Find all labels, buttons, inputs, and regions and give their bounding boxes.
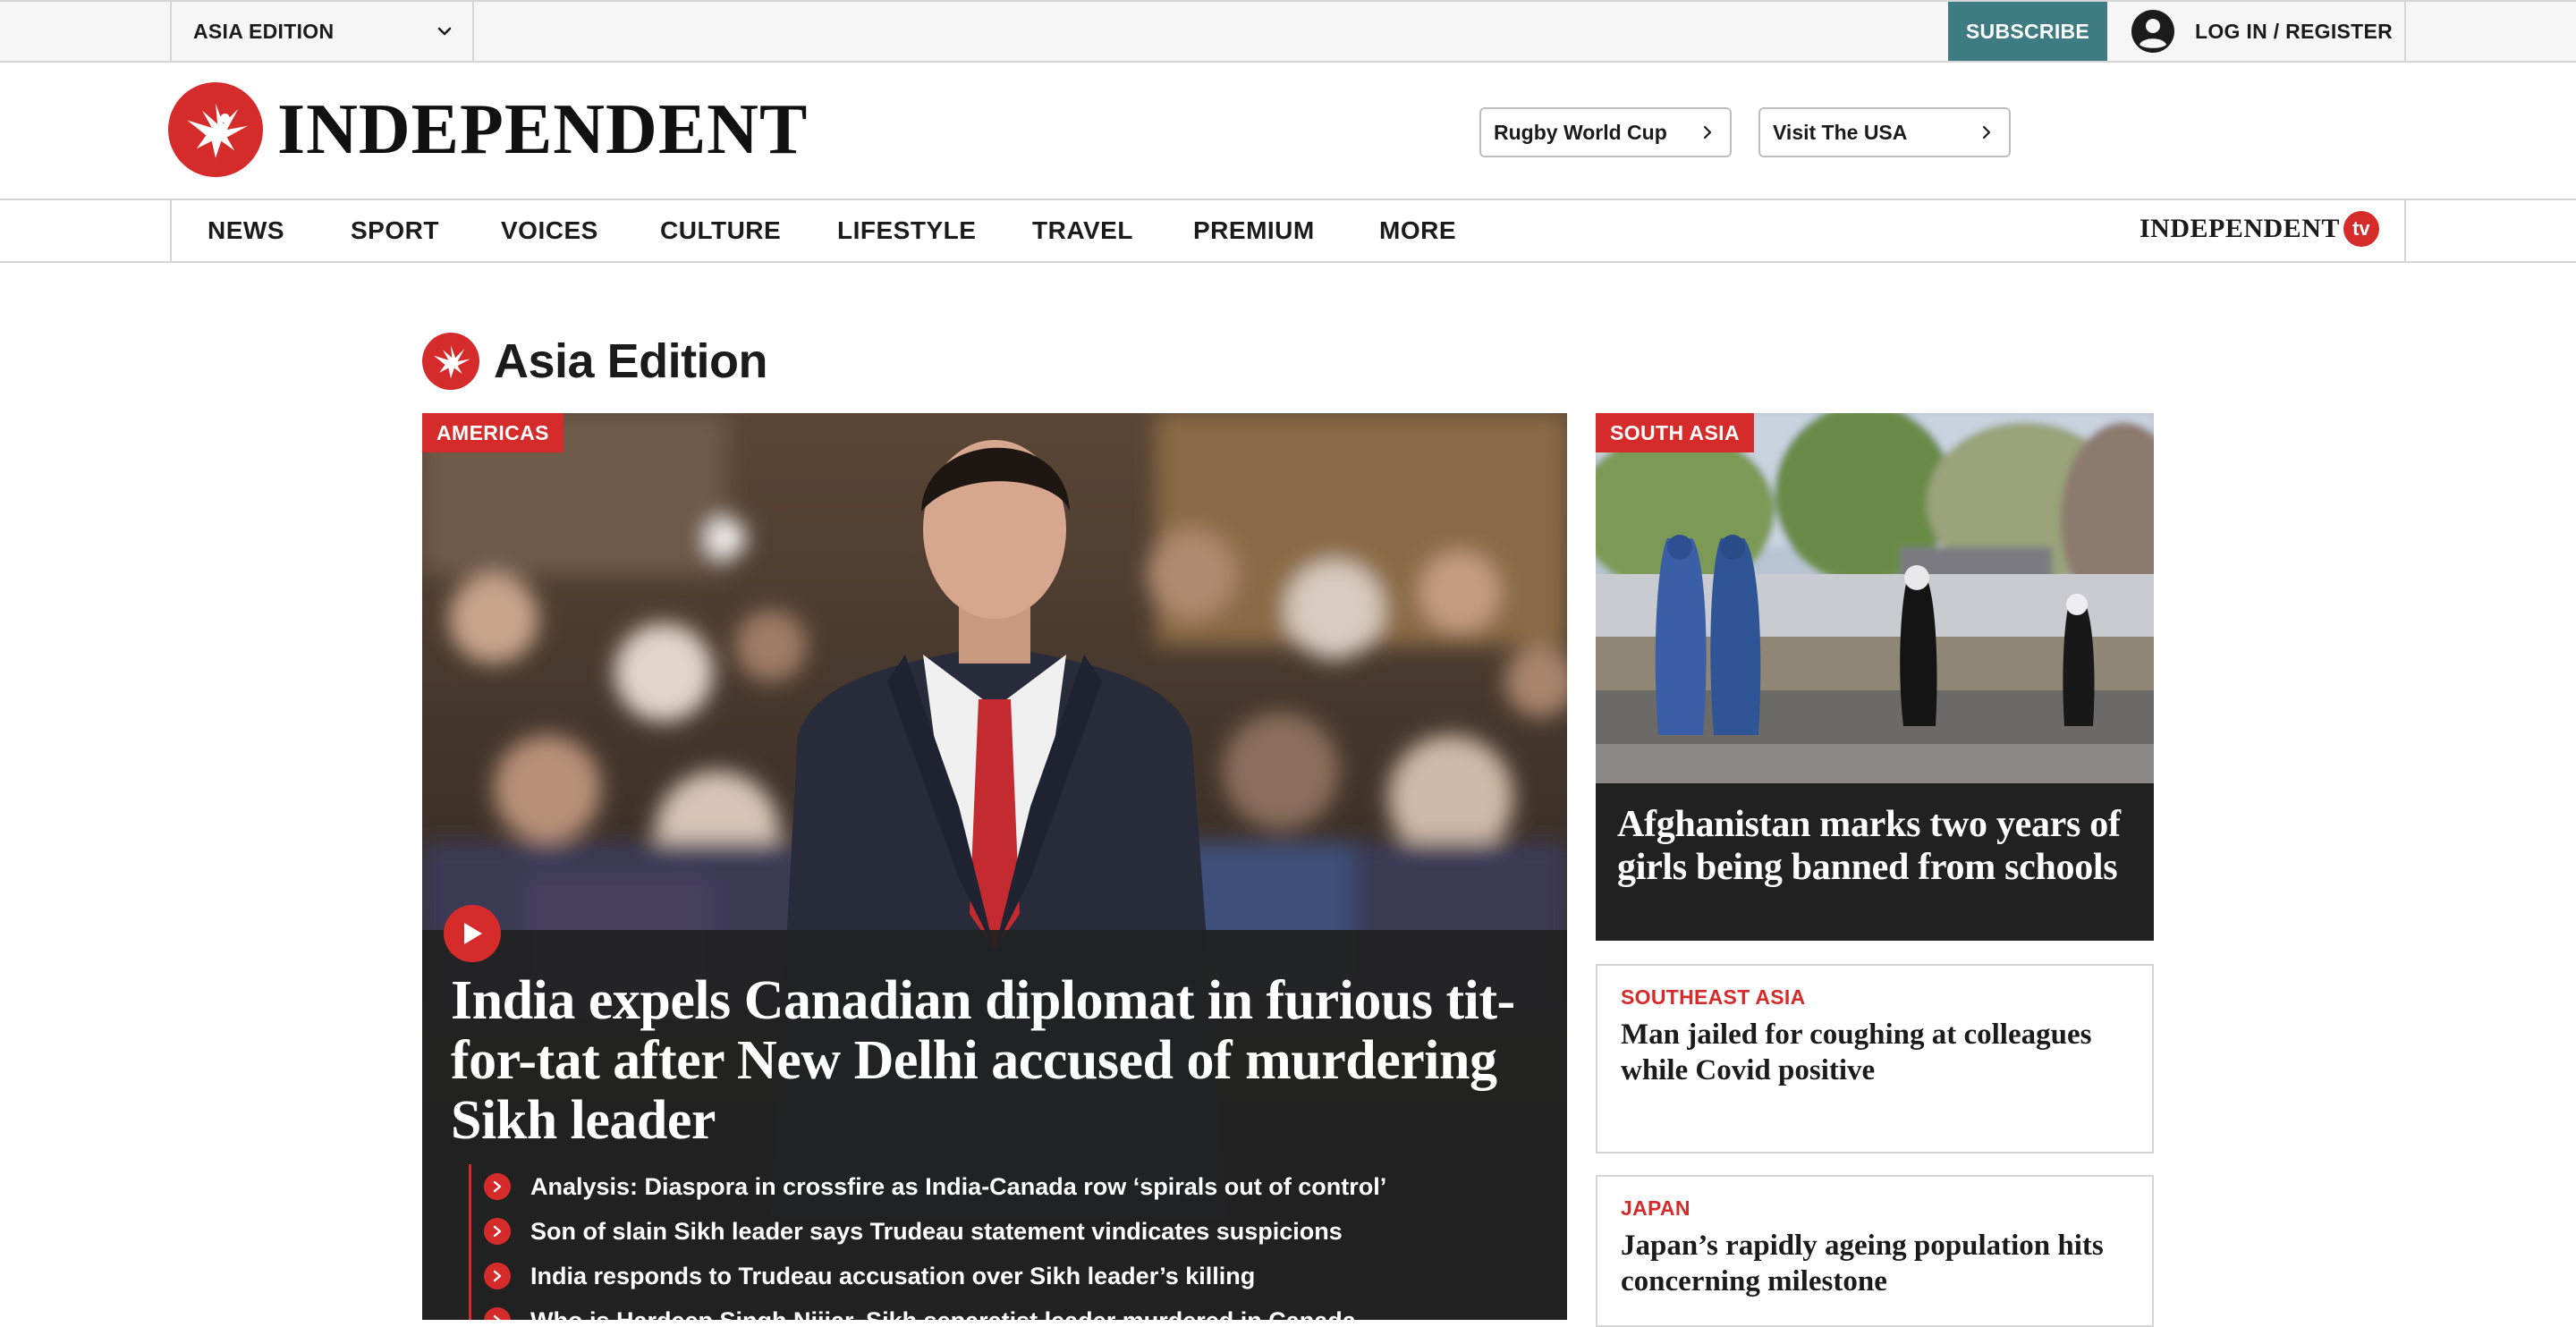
nav-item-lifestyle[interactable]: LIFESTYLE — [837, 200, 976, 261]
section-nav: NEWS SPORT VOICES CULTURE LIFESTYLE TRAV… — [0, 199, 2576, 263]
login-register-label: LOG IN / REGISTER — [2195, 19, 2394, 43]
topic-pill-label: Visit The USA — [1773, 120, 1908, 144]
topic-pill-label: Rugby World Cup — [1494, 120, 1667, 144]
eagle-icon — [168, 82, 263, 177]
related-link[interactable]: Analysis: Diaspora in crossfire as India… — [471, 1164, 1542, 1209]
chevron-right-icon — [484, 1218, 511, 1245]
related-link[interactable]: Who is Hardeep Singh Nijjar, Sikh separa… — [471, 1298, 1542, 1320]
story-card-japan[interactable]: JAPAN Japan’s rapidly ageing population … — [1596, 1175, 2154, 1327]
play-icon — [464, 923, 482, 944]
masthead: INDEPENDENT Rugby World Cup Visit The US… — [0, 63, 2576, 199]
story-card-kicker[interactable]: JAPAN — [1621, 1196, 2129, 1221]
side-feature-story[interactable]: SOUTH ASIA Afghanistan marks two years o… — [1596, 413, 2154, 941]
nav-item-voices[interactable]: VOICES — [501, 200, 598, 261]
independent-tv-link[interactable]: INDEPENDENT tv — [2140, 211, 2379, 247]
story-card-headline[interactable]: Japan’s rapidly ageing population hits c… — [1621, 1228, 2129, 1299]
lead-story-tag[interactable]: AMERICAS — [422, 413, 564, 452]
topic-pill-visit-the-usa[interactable]: Visit The USA — [1758, 107, 2011, 157]
chevron-right-icon — [1982, 125, 1991, 139]
section-nav-inner: NEWS SPORT VOICES CULTURE LIFESTYLE TRAV… — [170, 200, 2406, 261]
side-feature-photo — [1596, 413, 2154, 783]
utility-bar: ASIA EDITION SUBSCRIBE LOG IN / REGISTER — [0, 0, 2576, 63]
side-feature-tag[interactable]: SOUTH ASIA — [1596, 413, 1754, 452]
independent-tv-wordmark: INDEPENDENT — [2140, 214, 2340, 243]
nav-item-sport[interactable]: SPORT — [351, 200, 439, 261]
tv-badge: tv — [2343, 211, 2379, 247]
nav-item-premium[interactable]: PREMIUM — [1193, 200, 1315, 261]
edition-select-label: ASIA EDITION — [193, 19, 335, 43]
chevron-right-icon — [1703, 125, 1712, 139]
lead-story-headline[interactable]: India expels Canadian diplomat in furiou… — [451, 971, 1533, 1151]
user-circle-icon — [2131, 10, 2174, 53]
play-video-button[interactable] — [444, 905, 501, 962]
related-links: Analysis: Diaspora in crossfire as India… — [469, 1164, 1542, 1320]
lead-story[interactable]: AMERICAS India expels Canadian diplomat … — [422, 413, 1567, 1320]
nav-item-culture[interactable]: CULTURE — [660, 200, 781, 261]
side-feature-headline[interactable]: Afghanistan marks two years of girls bei… — [1617, 803, 2136, 889]
nav-item-more[interactable]: MORE — [1379, 200, 1456, 261]
chevron-right-icon — [484, 1173, 511, 1200]
related-link[interactable]: Son of slain Sikh leader says Trudeau st… — [471, 1209, 1542, 1254]
site-logo[interactable]: INDEPENDENT — [168, 82, 808, 177]
eagle-icon — [422, 333, 479, 390]
related-link-text: Who is Hardeep Singh Nijjar, Sikh separa… — [530, 1307, 1356, 1321]
login-register-button[interactable]: LOG IN / REGISTER — [2131, 2, 2393, 61]
related-link-text: Son of slain Sikh leader says Trudeau st… — [530, 1217, 1343, 1245]
related-link[interactable]: India responds to Trudeau accusation ove… — [471, 1254, 1542, 1298]
page-title: Asia Edition — [422, 333, 768, 390]
page-title-text: Asia Edition — [494, 334, 768, 388]
nav-item-news[interactable]: NEWS — [208, 200, 284, 261]
story-card-headline[interactable]: Man jailed for coughing at colleagues wh… — [1621, 1017, 2129, 1088]
topic-pill-rugby-world-cup[interactable]: Rugby World Cup — [1479, 107, 1732, 157]
chevron-down-icon — [437, 27, 452, 36]
story-card-kicker[interactable]: SOUTHEAST ASIA — [1621, 985, 2129, 1010]
related-link-text: Analysis: Diaspora in crossfire as India… — [530, 1172, 1387, 1200]
nav-item-travel[interactable]: TRAVEL — [1032, 200, 1133, 261]
edition-select[interactable]: ASIA EDITION — [172, 2, 474, 61]
chevron-right-icon — [484, 1307, 511, 1320]
site-wordmark: INDEPENDENT — [277, 90, 809, 169]
utility-bar-inner: ASIA EDITION SUBSCRIBE LOG IN / REGISTER — [170, 2, 2406, 61]
story-card-southeast-asia[interactable]: SOUTHEAST ASIA Man jailed for coughing a… — [1596, 964, 2154, 1154]
chevron-right-icon — [484, 1263, 511, 1289]
subscribe-button[interactable]: SUBSCRIBE — [1948, 2, 2107, 61]
related-link-text: India responds to Trudeau accusation ove… — [530, 1262, 1256, 1289]
